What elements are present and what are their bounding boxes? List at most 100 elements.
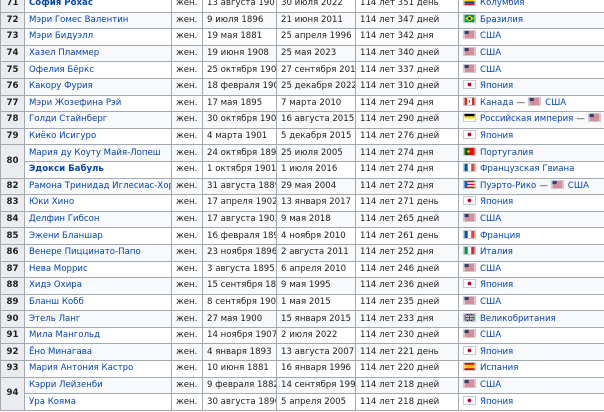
country-link[interactable]: США <box>480 214 501 224</box>
rank-cell: 93 <box>0 360 25 378</box>
country-link[interactable]: Япония <box>480 131 513 141</box>
usa-flag-icon <box>528 96 545 108</box>
country-cell: Пуэрто-Рико — США <box>458 177 604 196</box>
age-cell: 114 лет 235 дней <box>355 293 459 312</box>
country-link[interactable]: Португалия <box>480 148 533 158</box>
country-link[interactable]: Великобритания <box>480 314 556 324</box>
person-name-link[interactable]: Какору Фурия <box>24 77 172 96</box>
age-cell: 114 лет 236 дней <box>355 277 459 295</box>
birth-cell: 19 мая 1881 <box>202 28 277 46</box>
sex-cell: жен. <box>171 11 203 30</box>
person-name-link[interactable]: Мэри Бидуэлл <box>24 28 172 46</box>
country-link[interactable]: США <box>568 181 589 191</box>
country-link[interactable]: Япония <box>480 81 513 91</box>
country-link[interactable]: США <box>480 31 501 41</box>
person-name-link[interactable]: Ёно Минагава <box>24 343 172 362</box>
age-cell: 114 лет 265 дней <box>355 210 459 229</box>
person-name-link[interactable]: Мария Антония Кастро <box>24 360 172 378</box>
country-cell: США <box>458 210 604 229</box>
table-row: 86 Венере Пиццинато-Папо жен. 23 ноября 189… <box>0 243 604 262</box>
person-name-link[interactable]: Венере Пиццинато-Папо <box>24 243 172 262</box>
person-name-link[interactable]: Эдокси Бабуль <box>24 160 172 179</box>
country-link[interactable]: Испания <box>480 363 518 373</box>
country-link[interactable]: США <box>480 48 501 58</box>
death-cell: 2 августа 2011 <box>276 243 356 262</box>
person-name-link[interactable]: Делфин Гибсон <box>24 210 172 229</box>
age-cell: 114 лет 290 дней <box>355 111 459 129</box>
person-name-link[interactable]: Хидэ Охира <box>24 277 172 295</box>
person-name-link[interactable]: Киёко Исигуро <box>24 127 172 146</box>
rank-cell: 82 <box>0 177 25 196</box>
person-name-link[interactable]: Этель Ланг <box>24 310 172 328</box>
person-name-link[interactable]: Бланш Кобб <box>24 293 172 312</box>
country-link[interactable]: Канада <box>480 98 513 108</box>
birth-cell: 23 ноября 1896 <box>202 243 277 262</box>
country-link[interactable]: Пуэрто-Рико <box>480 181 536 191</box>
person-name-link[interactable]: Юки Хино <box>24 194 172 212</box>
country-cell: США <box>458 260 604 279</box>
table-row: 87 Нева Моррис жен. 3 августа 1895 6 апреля … <box>0 260 604 279</box>
country-cell: Япония <box>458 77 604 96</box>
person-name-link[interactable]: Мэри Гомес Валентин <box>24 11 172 30</box>
person-name-link[interactable]: Голди Стайнберг <box>24 111 172 129</box>
death-cell: 1 июля 2016 <box>276 160 356 179</box>
country-link[interactable]: Франция <box>480 231 520 241</box>
rank-cell: 71 <box>0 0 25 13</box>
country-link[interactable]: США <box>480 264 501 274</box>
sex-cell: жен. <box>171 243 203 262</box>
person-name-link[interactable]: Мила Мангольд <box>24 326 172 345</box>
sex-cell: жен. <box>171 144 203 162</box>
birth-cell: 4 января 1893 <box>202 343 277 362</box>
table-row: 80 Мария ду Коуту Майя-Лопеш жен. 24 октябр… <box>0 144 604 179</box>
rank-cell: 72 <box>0 11 25 30</box>
rank-cell: 86 <box>0 243 25 262</box>
birth-cell: 27 мая 1900 <box>202 310 277 328</box>
country-link[interactable]: Италия <box>480 247 513 257</box>
person-name-link[interactable]: Мэри Жозефина Рэй <box>24 94 172 113</box>
country-link[interactable]: Российская империя <box>480 114 573 124</box>
person-name-link[interactable]: Эжени Бланшар <box>24 227 172 245</box>
table-row: 83 Юки Хино жен. 17 апреля 1902 13 января 20… <box>0 194 604 212</box>
person-name-link[interactable]: Рамона Тринидад Иглесиас-Хордан <box>24 177 172 196</box>
age-cell: 114 лет 274 дня <box>355 160 459 179</box>
sex-cell: жен. <box>171 343 203 362</box>
country-link[interactable]: Япония <box>480 197 513 207</box>
birth-cell: 17 августа 1903 <box>202 210 277 229</box>
country-link[interactable]: США <box>480 65 501 75</box>
country-link[interactable]: Япония <box>480 280 513 290</box>
person-name-link[interactable]: Офелия Бёркс <box>24 61 172 79</box>
country-cell: США <box>458 44 604 63</box>
person-name-link[interactable]: Мария ду Коуту Майя-Лопеш <box>24 144 172 162</box>
country-cell: США <box>458 61 604 79</box>
rank-cell: 83 <box>0 194 25 212</box>
japan-flag-icon <box>463 130 480 141</box>
sex-cell: жен. <box>171 277 203 295</box>
person-name-link[interactable]: Хазел Пламмер <box>24 44 172 63</box>
table-row: Эдокси Бабуль жен. 1 октября 1901 1 июля 20… <box>1 160 604 179</box>
country-link[interactable]: Колумбия <box>480 0 524 8</box>
country-link[interactable]: Бразилия <box>480 15 523 25</box>
country-link[interactable]: Япония <box>480 347 513 357</box>
table-row: 89 Бланш Кобб жен. 8 сентября 1900 1 мая 201… <box>0 293 604 312</box>
death-cell: 9 мая 2018 <box>276 210 356 229</box>
country-link[interactable]: США <box>480 297 501 307</box>
age-cell: 114 лет 310 дней <box>355 77 459 96</box>
country-link[interactable]: США <box>480 330 501 340</box>
person-name-link[interactable]: Ура Кояма <box>24 393 172 411</box>
brazil-flag-icon <box>463 13 480 25</box>
age-cell: 114 лет 230 дней <box>355 326 459 345</box>
supercentenarians-table: 71 София Рохас жен. 13 августа 1907 30 июля … <box>0 0 604 411</box>
usa-flag-icon <box>463 47 480 58</box>
person-name-link[interactable]: Кэрри Лейзенби <box>24 376 172 395</box>
age-cell: 114 лет 272 дня <box>355 177 459 196</box>
table-row: 91 Мила Мангольд жен. 14 ноября 1907 2 июля … <box>0 326 604 345</box>
age-cell: 114 лет 220 дней <box>355 360 459 378</box>
person-name-link[interactable]: Нева Моррис <box>24 260 172 279</box>
canada-flag-icon <box>463 96 480 108</box>
country-link[interactable]: США <box>480 380 501 390</box>
country-link[interactable]: Французская Гвиана <box>480 164 574 174</box>
person-name-link[interactable]: София Рохас <box>24 0 172 13</box>
table-row: 74 Хазел Пламмер жен. 19 июня 1908 25 мая 20… <box>0 44 604 63</box>
country-link[interactable]: США <box>545 98 566 108</box>
country-link[interactable]: Япония <box>480 397 513 407</box>
